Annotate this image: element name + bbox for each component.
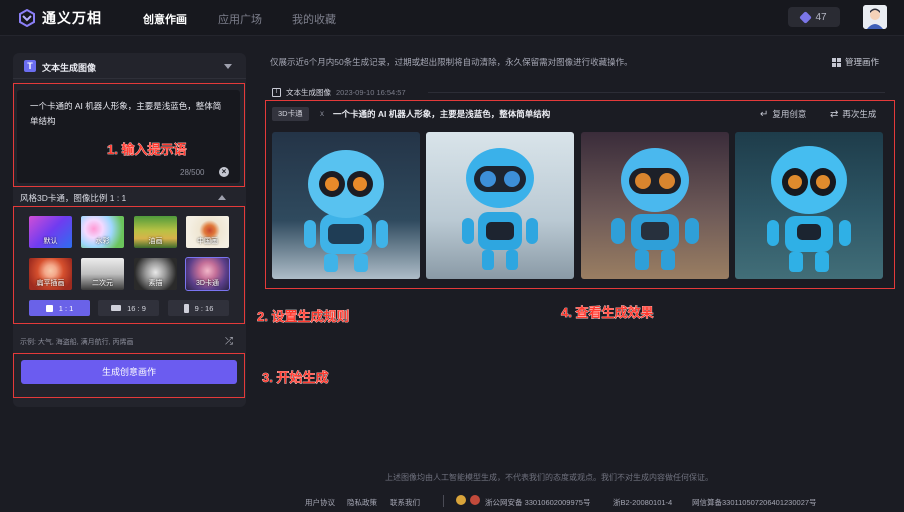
footer-net-record[interactable]: 网信算备330110507206401230027号 — [692, 497, 817, 508]
nav-app-square[interactable]: 应用广场 — [218, 11, 262, 27]
panel-header[interactable]: T 文本生成图像 — [13, 53, 246, 79]
text-type-icon: T — [24, 60, 36, 72]
nav-favorites[interactable]: 我的收藏 — [292, 11, 336, 27]
nav-create[interactable]: 创意作画 — [143, 11, 187, 27]
avatar[interactable] — [863, 5, 887, 29]
shuffle-icon[interactable]: ⤮ — [225, 336, 233, 347]
generated-image-2[interactable] — [426, 132, 574, 279]
examples-bar: 示例: 大气, 海盗船, 满月航行, 丙烯画 ⤮ — [13, 333, 246, 351]
police-emblem-icon — [470, 495, 480, 505]
record-header: T 文本生成图像 2023-09-10 16:54:57 — [272, 87, 406, 98]
police-badge-icon — [456, 495, 466, 505]
chevron-down-icon[interactable] — [224, 64, 232, 69]
panel-title: 文本生成图像 — [42, 63, 97, 73]
annotation-step4: 4. 查看生成效果 — [561, 305, 654, 321]
generated-image-4[interactable] — [735, 132, 883, 279]
annotation-step3: 3. 开始生成 — [262, 370, 329, 386]
record-date: 2023-09-10 16:54:57 — [336, 88, 406, 97]
annotation-step1: 1. 输入提示语 — [107, 142, 187, 158]
divider — [428, 92, 885, 93]
generated-image-3[interactable] — [581, 132, 729, 279]
app-name: 通义万相 — [42, 10, 102, 26]
footer-link-terms[interactable]: 用户协议 — [305, 497, 335, 508]
logo-icon — [19, 9, 35, 27]
top-bar: 通义万相 创意作画 应用广场 我的收藏 47 — [0, 0, 904, 36]
chevron-up-icon[interactable] — [218, 195, 226, 200]
reuse-icon: ↵ — [760, 108, 769, 120]
reuse-label: 复用创意 — [772, 109, 807, 119]
grid-icon — [832, 57, 841, 67]
style-tag: 3D卡通 — [272, 107, 309, 121]
footer-disclaimer: 上述图像均由人工智能模型生成，不代表我们的态度或观点。我们不对生成内容做任何保证… — [385, 473, 713, 482]
gem-icon — [799, 10, 813, 24]
robot-illustration — [767, 146, 851, 272]
credits-counter[interactable]: 47 — [788, 7, 840, 27]
separator-mark: x — [320, 109, 324, 118]
footer-police-record[interactable]: 浙公网安备 33010602009975号 — [485, 497, 590, 508]
refresh-icon: ⇄ — [830, 108, 839, 120]
manage-artworks-button[interactable]: 管理画作 — [832, 56, 879, 68]
record-prompt: 一个卡通的 AI 机器人形象，主要是浅蓝色，整体简单结构 — [333, 109, 551, 119]
annotation-box-prompt — [13, 83, 245, 187]
regenerate-label: 再次生成 — [842, 109, 877, 119]
record-type: 文本生成图像 — [286, 88, 331, 97]
footer-link-privacy[interactable]: 隐私政策 — [347, 497, 377, 508]
robot-illustration — [611, 148, 699, 270]
manage-label: 管理画作 — [845, 57, 880, 67]
app-logo[interactable]: 通义万相 — [18, 8, 102, 28]
annotation-box-generate — [13, 353, 245, 398]
credits-value: 47 — [815, 11, 827, 23]
regenerate-button[interactable]: ⇄ 再次生成 — [830, 108, 876, 120]
text-type-icon: T — [272, 88, 281, 97]
footer-link-contact[interactable]: 联系我们 — [390, 497, 420, 508]
annotation-step2: 2. 设置生成规则 — [257, 309, 350, 325]
footer-divider — [443, 495, 444, 507]
generated-image-1[interactable] — [272, 132, 420, 279]
examples-text[interactable]: 示例: 大气, 海盗船, 满月航行, 丙烯画 — [20, 337, 134, 347]
history-notice: 仅展示近6个月内50条生成记录，过期或超出限制将自动清除，永久保留需对图像进行收… — [270, 57, 633, 67]
reuse-idea-button[interactable]: ↵ 复用创意 — [760, 108, 806, 120]
settings-summary: 风格3D卡通，图像比例 1 : 1 — [20, 193, 127, 203]
user-avatar-icon — [863, 5, 887, 29]
footer-icp[interactable]: 浙B2-20080101-4 — [613, 497, 672, 508]
annotation-box-settings — [13, 206, 245, 324]
robot-illustration — [462, 148, 538, 270]
robot-illustration — [304, 150, 388, 272]
